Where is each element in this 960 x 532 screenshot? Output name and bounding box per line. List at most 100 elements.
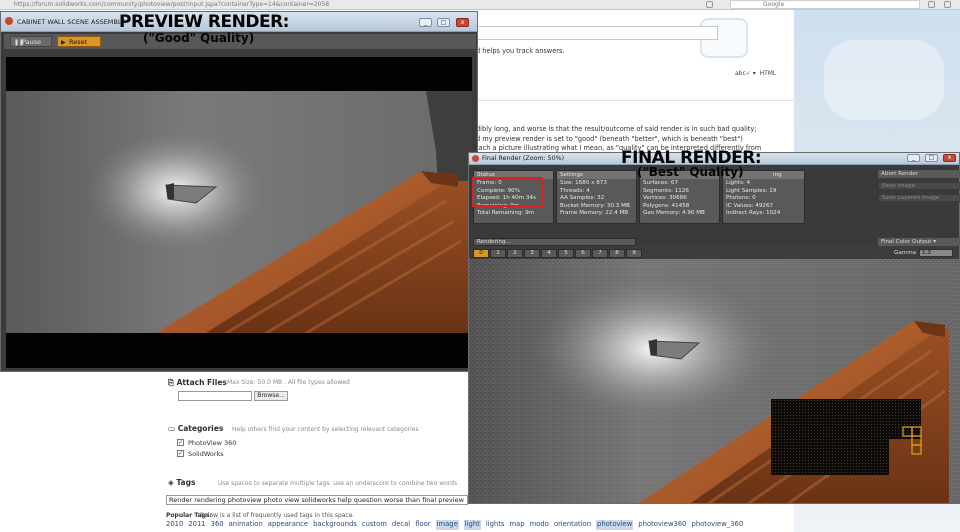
close-button[interactable]: x bbox=[456, 18, 469, 27]
gamma-input[interactable]: 1.3 bbox=[919, 249, 953, 257]
folder-icon: ▭ bbox=[168, 424, 178, 433]
save-image-button[interactable]: Save Image bbox=[878, 182, 960, 190]
browser-toolbar: https://forum.solidworks.com/community/p… bbox=[0, 0, 960, 10]
lighting-line: Lights: 4 bbox=[726, 180, 751, 186]
settings-header: Settings bbox=[557, 171, 636, 179]
frame-button[interactable]: 7 bbox=[592, 249, 608, 258]
lighting-line: Photons: 0 bbox=[726, 195, 756, 202]
settings-box: Settings Size: 1680 x 873 Threads: 4 AA … bbox=[556, 170, 637, 224]
gamma-label: Gamma bbox=[894, 250, 917, 256]
pause-icon: ❚❚ bbox=[14, 39, 25, 46]
lighting-line: IC Values: 49267 bbox=[726, 202, 774, 209]
popular-tag[interactable]: photoview_360 bbox=[692, 520, 744, 530]
rendering-progress-label: Rendering... bbox=[473, 238, 636, 246]
settings-line: AA Samples: 32 bbox=[560, 195, 605, 202]
geometry-line: Polygons: 41458 bbox=[643, 202, 690, 209]
paperclip-icon: ⎘ bbox=[168, 378, 177, 387]
file-input[interactable] bbox=[178, 391, 252, 401]
frame-selector: 0123456789 bbox=[473, 249, 642, 258]
popular-tag[interactable]: appearance bbox=[268, 520, 308, 530]
maximize-button[interactable]: □ bbox=[437, 18, 450, 27]
preview-window-title: CABINET WALL SCENE ASSEMBLY bbox=[17, 18, 125, 26]
editor-tools[interactable]: abc✓ ▾ HTML bbox=[735, 70, 776, 77]
frame-button[interactable]: 3 bbox=[524, 249, 540, 258]
final-scene-svg bbox=[469, 259, 959, 503]
settings-line: Size: 1680 x 873 bbox=[560, 180, 607, 186]
popular-tag[interactable]: modo bbox=[530, 520, 549, 530]
menu-icon[interactable] bbox=[944, 1, 951, 8]
frame-button[interactable]: 9 bbox=[626, 249, 642, 258]
bookmark-icon[interactable] bbox=[706, 1, 713, 8]
popular-tag[interactable]: custom bbox=[362, 520, 387, 530]
popular-tag[interactable]: animation bbox=[229, 520, 263, 530]
abort-render-button[interactable]: Abort Render bbox=[878, 170, 960, 178]
pause-button[interactable]: ❚❚ Pause bbox=[10, 36, 52, 47]
save-layered-image-button[interactable]: Save Layered Image bbox=[878, 194, 960, 202]
popular-tag[interactable]: light bbox=[463, 520, 481, 530]
categories-label: ▭ Categories bbox=[168, 424, 224, 433]
popular-tag[interactable]: backgrounds bbox=[313, 520, 357, 530]
frame-button[interactable]: 2 bbox=[507, 249, 523, 258]
spell-check-icon[interactable]: abc✓ ▾ bbox=[735, 70, 756, 77]
close-button[interactable]: x bbox=[943, 154, 956, 162]
popular-tag[interactable]: decal bbox=[392, 520, 410, 530]
browse-button[interactable]: Browse... bbox=[254, 391, 288, 401]
frame-button[interactable]: 8 bbox=[609, 249, 625, 258]
popular-tag[interactable]: orientation bbox=[554, 520, 591, 530]
minimize-button[interactable]: _ bbox=[419, 18, 432, 27]
html-button[interactable]: HTML bbox=[760, 70, 777, 77]
popular-tag[interactable]: floor bbox=[415, 520, 430, 530]
geometry-line: Surfaces: 67 bbox=[643, 180, 679, 186]
frame-button[interactable]: 6 bbox=[575, 249, 591, 258]
maximize-button[interactable]: □ bbox=[925, 154, 938, 162]
category-label: SolidWorks bbox=[188, 450, 224, 458]
popular-tag[interactable]: map bbox=[509, 520, 524, 530]
post-text-line: dibly long, and worse is that the result… bbox=[476, 125, 757, 133]
lighting-line: Light Samples: 19 bbox=[726, 187, 777, 194]
track-answers-text: d helps you track answers. bbox=[476, 47, 565, 55]
frame-button[interactable]: 5 bbox=[558, 249, 574, 258]
settings-line: Threads: 4 bbox=[560, 187, 590, 194]
post-text-line: d my preview render is set to "good" (be… bbox=[476, 135, 743, 143]
reset-button[interactable]: ▶ Reset bbox=[57, 36, 101, 47]
preview-scene-svg bbox=[6, 91, 472, 333]
popular-tag[interactable]: image bbox=[435, 520, 459, 530]
final-window-title: Final Render (Zoom: 50%) bbox=[482, 155, 565, 162]
frame-button[interactable]: 4 bbox=[541, 249, 557, 258]
app-icon bbox=[472, 155, 479, 162]
address-bar[interactable]: https://forum.solidworks.com/community/p… bbox=[14, 0, 329, 9]
output-select[interactable]: Final Color Output ▾ bbox=[878, 238, 960, 246]
tags-label: ◈ Tags bbox=[168, 478, 196, 487]
tags-input[interactable]: Render rendering photoview photo view so… bbox=[166, 495, 468, 505]
category-label: PhotoView 360 bbox=[188, 439, 237, 447]
preview-render-window[interactable]: CABINET WALL SCENE ASSEMBLY _ □ x ❚❚ Paus… bbox=[0, 11, 478, 372]
category-checkbox[interactable]: ✓ bbox=[177, 450, 184, 457]
home-icon[interactable] bbox=[928, 1, 935, 8]
frame-button[interactable]: 1 bbox=[490, 249, 506, 258]
complete-elapsed-highlight bbox=[472, 177, 543, 207]
attach-hint: Max Size: 50.0 MB . All file types allow… bbox=[227, 379, 350, 386]
popular-tag[interactable]: photoview360 bbox=[638, 520, 686, 530]
letterbox-bottom bbox=[6, 333, 472, 368]
popular-tag[interactable]: photoview bbox=[596, 520, 634, 530]
play-icon: ▶ bbox=[61, 39, 66, 46]
popular-tag[interactable]: 360 bbox=[211, 520, 224, 530]
popular-tags-desc: Below is a list of frequently used tags … bbox=[200, 512, 355, 519]
category-checkbox[interactable]: ✓ bbox=[177, 439, 184, 446]
geometry-line: Vertices: 30686 bbox=[643, 195, 687, 202]
attach-files-label: ⎘ Attach Files bbox=[168, 378, 227, 387]
status-line: Total Remaining: 9m bbox=[477, 210, 535, 217]
lighting-line: Indirect Rays: 1024 bbox=[726, 210, 781, 217]
frame-button[interactable]: 0 bbox=[473, 249, 489, 258]
letterbox-top bbox=[6, 57, 472, 91]
popular-tag[interactable]: lights bbox=[486, 520, 505, 530]
preview-render-caption: PREVIEW RENDER: bbox=[119, 12, 289, 32]
popular-tag[interactable]: 2010 bbox=[166, 520, 183, 530]
search-box[interactable]: Google bbox=[730, 0, 920, 9]
final-quality-caption: ("Best" Quality) bbox=[637, 165, 744, 179]
final-render-image bbox=[469, 259, 959, 503]
preview-render-image bbox=[6, 91, 472, 333]
popular-tag[interactable]: 2011 bbox=[188, 520, 205, 530]
minimize-button[interactable]: _ bbox=[907, 154, 920, 162]
settings-line: Frame Memory: 22.4 MB bbox=[560, 210, 629, 217]
